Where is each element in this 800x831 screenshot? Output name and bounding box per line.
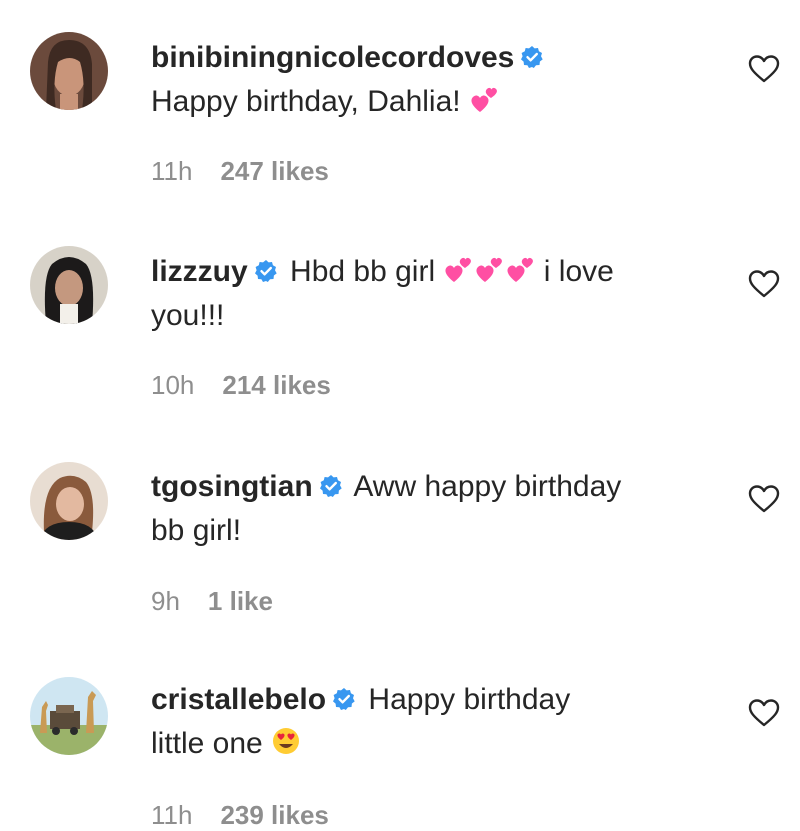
comment-text: Aww happy birthday	[353, 470, 622, 503]
verified-badge-icon	[520, 45, 544, 69]
comment-username[interactable]: tgosingtian	[151, 470, 313, 503]
comment-text-line2: little one	[151, 727, 263, 760]
comment-meta: 11h 247 likes	[151, 156, 329, 187]
comment-meta: 10h 214 likes	[151, 370, 331, 401]
like-heart-icon[interactable]	[748, 484, 780, 514]
avatar[interactable]	[30, 677, 108, 755]
verified-badge-icon	[319, 474, 343, 498]
avatar-image	[30, 32, 108, 110]
comment-time: 9h	[151, 586, 180, 616]
avatar[interactable]	[30, 32, 108, 110]
comment-meta: 9h 1 like	[151, 586, 273, 617]
comment-time: 11h	[151, 156, 193, 186]
like-heart-icon[interactable]	[748, 54, 780, 84]
comment-username[interactable]: cristallebelo	[151, 683, 326, 716]
comment-text: Happy birthday, Dahlia!	[151, 85, 461, 118]
comment-likes[interactable]: 214 likes	[222, 370, 330, 400]
comment-text: Hbd bb girl	[290, 255, 436, 288]
comment-text-line2: you!!!	[151, 299, 225, 332]
comment-text: Happy birthday	[368, 683, 571, 716]
avatar-image	[30, 677, 108, 755]
comment-body: cristallebelo Happy birthday little one	[151, 678, 731, 766]
comment-likes[interactable]: 247 likes	[220, 156, 328, 186]
avatar-image	[30, 462, 108, 540]
comment-likes[interactable]: 239 likes	[220, 800, 328, 830]
comment-body: binibiningnicolecordoves Happy birthday,…	[151, 36, 731, 124]
comment-time: 10h	[151, 370, 195, 400]
comment-username[interactable]: lizzzuy	[151, 255, 248, 288]
comment-meta: 11h 239 likes	[151, 800, 329, 831]
comment-text-continued: i love	[543, 255, 614, 288]
like-heart-icon[interactable]	[748, 698, 780, 728]
verified-badge-icon	[332, 687, 356, 711]
avatar-image	[30, 246, 108, 324]
comment-text-line2: bb girl!	[151, 514, 242, 547]
comment-body: tgosingtian Aww happy birthday bb girl!	[151, 465, 731, 553]
verified-badge-icon	[254, 259, 278, 283]
heart-eyes-emoji-icon	[271, 726, 301, 756]
comment-likes[interactable]: 1 like	[208, 586, 273, 616]
comment-username[interactable]: binibiningnicolecordoves	[151, 41, 514, 74]
avatar[interactable]	[30, 246, 108, 324]
comment-time: 11h	[151, 800, 193, 830]
two-hearts-emoji-icon	[443, 254, 535, 284]
two-hearts-emoji-icon	[469, 84, 499, 114]
like-heart-icon[interactable]	[748, 269, 780, 299]
avatar[interactable]	[30, 462, 108, 540]
comment-body: lizzzuy Hbd bb girl i love you!!!	[151, 250, 711, 338]
